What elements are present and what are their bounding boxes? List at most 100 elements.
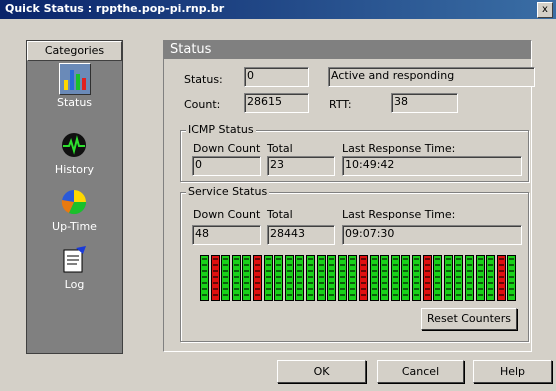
led-stripe <box>255 258 260 298</box>
service-history-led <box>327 255 336 301</box>
service-history-strip <box>200 255 518 301</box>
service-history-led <box>295 255 304 301</box>
service-history-led <box>317 255 326 301</box>
service-down-count-field: 48 <box>192 225 261 245</box>
count-field: 28615 <box>244 93 309 113</box>
service-history-led <box>497 255 506 301</box>
led-stripe <box>213 258 218 298</box>
led-stripe <box>509 258 514 298</box>
led-stripe <box>244 258 249 298</box>
history-heartbeat-icon <box>62 133 86 157</box>
led-stripe <box>435 258 440 298</box>
service-history-led <box>232 255 241 301</box>
count-label: Count: <box>184 98 221 111</box>
category-uptime[interactable]: Up-Time <box>29 187 120 241</box>
service-history-led <box>274 255 283 301</box>
icmp-total-field: 23 <box>267 156 335 176</box>
icmp-down-count-label: Down Count <box>193 142 261 155</box>
led-stripe <box>393 258 398 298</box>
service-history-led <box>391 255 400 301</box>
service-history-led <box>264 255 273 301</box>
reset-counters-button[interactable]: Reset Counters <box>421 308 517 330</box>
led-stripe <box>478 258 483 298</box>
icmp-last-response-label: Last Response Time: <box>342 142 456 155</box>
status-text-field: Active and responding <box>328 67 535 87</box>
led-stripe <box>467 258 472 298</box>
led-stripe <box>403 258 408 298</box>
category-log[interactable]: Log <box>29 245 120 299</box>
icmp-status-title: ICMP Status <box>186 123 256 136</box>
category-status-label: Status <box>56 96 93 109</box>
service-history-led <box>507 255 516 301</box>
service-history-led <box>242 255 251 301</box>
led-stripe <box>234 258 239 298</box>
ok-button[interactable]: OK <box>277 360 366 383</box>
icmp-total-label: Total <box>267 142 293 155</box>
led-stripe <box>308 258 313 298</box>
led-stripe <box>361 258 366 298</box>
led-stripe <box>266 258 271 298</box>
led-stripe <box>499 258 504 298</box>
led-stripe <box>382 258 387 298</box>
service-total-field: 28443 <box>267 225 335 245</box>
icmp-last-response-field: 10:49:42 <box>342 156 522 176</box>
service-history-led <box>370 255 379 301</box>
service-last-response-label: Last Response Time: <box>342 208 456 221</box>
service-history-led <box>211 255 220 301</box>
led-stripe <box>340 258 345 298</box>
service-history-led <box>476 255 485 301</box>
led-stripe <box>488 258 493 298</box>
service-history-led <box>486 255 495 301</box>
status-label: Status: <box>184 73 223 86</box>
led-stripe <box>329 258 334 298</box>
service-history-led <box>454 255 463 301</box>
log-notepad-icon <box>63 246 86 273</box>
service-history-led <box>253 255 262 301</box>
service-history-led <box>348 255 357 301</box>
led-stripe <box>319 258 324 298</box>
service-status-title: Service Status <box>186 185 270 198</box>
category-history-label: History <box>54 163 95 176</box>
rtt-field: 38 <box>391 93 458 113</box>
service-history-led <box>359 255 368 301</box>
service-history-led <box>338 255 347 301</box>
categories-header: Categories <box>27 41 122 61</box>
window-title: Quick Status : rppthe.pop-pi.rnp.br <box>5 2 225 15</box>
service-history-led <box>380 255 389 301</box>
status-panel-header: Status <box>164 41 531 59</box>
led-stripe <box>425 258 430 298</box>
service-history-led <box>285 255 294 301</box>
led-stripe <box>456 258 461 298</box>
service-history-led <box>306 255 315 301</box>
cancel-button[interactable]: Cancel <box>377 360 464 383</box>
led-stripe <box>276 258 281 298</box>
title-bar: Quick Status : rppthe.pop-pi.rnp.br x <box>0 0 556 19</box>
led-stripe <box>350 258 355 298</box>
led-stripe <box>372 258 377 298</box>
led-stripe <box>297 258 302 298</box>
status-code-field: 0 <box>244 67 309 87</box>
led-stripe <box>414 258 419 298</box>
category-status[interactable]: Status <box>29 63 120 117</box>
status-bar-chart-icon <box>59 63 91 95</box>
service-last-response-field: 09:07:30 <box>342 225 522 245</box>
icmp-down-count-field: 0 <box>192 156 261 176</box>
service-history-led <box>444 255 453 301</box>
service-history-led <box>433 255 442 301</box>
service-history-led <box>200 255 209 301</box>
service-history-led <box>423 255 432 301</box>
help-button[interactable]: Help <box>473 360 552 383</box>
uptime-pie-icon <box>61 190 87 215</box>
service-down-count-label: Down Count <box>193 208 261 221</box>
categories-panel: Categories Status History Up-Time Log <box>26 40 123 354</box>
close-button[interactable]: x <box>537 2 553 18</box>
service-total-label: Total <box>267 208 293 221</box>
service-history-led <box>465 255 474 301</box>
service-history-led <box>221 255 230 301</box>
led-stripe <box>223 258 228 298</box>
led-stripe <box>202 258 207 298</box>
category-uptime-label: Up-Time <box>52 220 97 233</box>
category-log-label: Log <box>64 278 85 291</box>
led-stripe <box>446 258 451 298</box>
category-history[interactable]: History <box>29 130 120 184</box>
